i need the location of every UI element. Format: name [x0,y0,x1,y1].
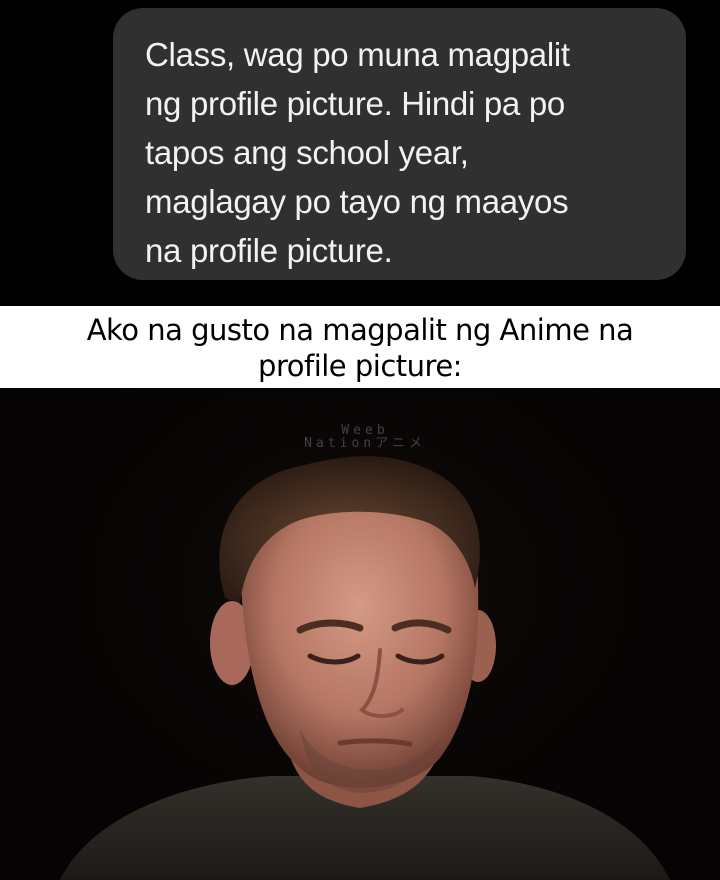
chat-message-text: Class, wag po muna magpalit ng profile p… [145,36,570,269]
caption-strip: Ako na gusto na magpalit ng Anime na pro… [0,306,720,388]
watermark: Weeb Nationアニメ [290,424,440,450]
chat-message-bubble: Class, wag po muna magpalit ng profile p… [113,8,686,280]
meme-image: Class, wag po muna magpalit ng profile p… [0,0,720,880]
reaction-photo: Weeb Nationアニメ [0,388,720,880]
meme-caption: Ako na gusto na magpalit ng Anime na pro… [86,313,634,383]
man-portrait-illustration [60,456,670,880]
chat-screenshot-panel: Class, wag po muna magpalit ng profile p… [0,0,720,306]
watermark-line-2: Nationアニメ [304,436,426,451]
